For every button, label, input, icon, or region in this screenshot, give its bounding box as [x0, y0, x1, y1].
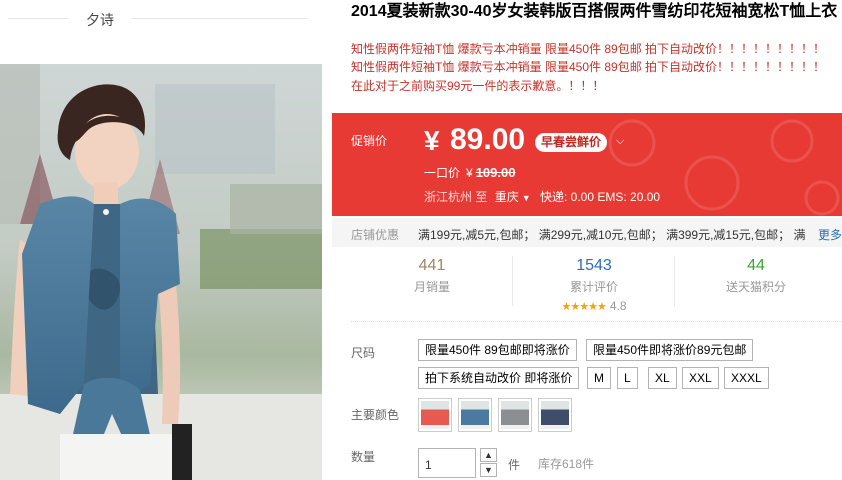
- product-title: 2014夏装新款30-40岁女装韩版百搭假两件雪纺印花短袖宽松T恤上衣: [351, 3, 838, 20]
- product-gallery: 夕诗: [0, 0, 332, 480]
- shipping-info: 浙江杭州 至 重庆 ▼ 快递: 0.00 EMS: 20.00: [424, 188, 660, 205]
- size-option[interactable]: L: [617, 367, 638, 389]
- promo-badge: 早春尝鲜价: [535, 133, 608, 152]
- points-count: 44: [747, 257, 765, 274]
- monthly-sales: 441 月销量: [347, 252, 517, 295]
- monthly-sales-label: 月销量: [413, 280, 450, 294]
- currency-symbol: ¥: [424, 125, 440, 156]
- stock-count: 库存618件: [538, 457, 595, 471]
- divider: [8, 18, 68, 19]
- shipping-fees: 快递: 0.00 EMS: 20.00: [540, 190, 661, 204]
- divider: [351, 321, 842, 322]
- original-price: 一口价 ¥109.00: [424, 164, 515, 181]
- review-count: 1543: [576, 257, 612, 274]
- color-swatch-red[interactable]: [418, 398, 452, 432]
- color-swatch-grey[interactable]: [498, 398, 532, 432]
- promo-price-label: 促销价: [351, 134, 388, 148]
- review-label: 累计评价: [569, 280, 618, 294]
- decrement-button[interactable]: ▼: [480, 463, 497, 477]
- chevron-down-icon[interactable]: ⌵: [616, 135, 624, 148]
- product-subtitle: 知性假两件短袖T恤 爆款亏本冲销量 限量450件 89包邮 拍下自动改价！！！！…: [351, 60, 826, 74]
- reviews[interactable]: 1543 累计评价 ★★★★★ 4.8: [509, 252, 679, 315]
- main-product-image[interactable]: [0, 64, 322, 480]
- quantity-label: 数量: [351, 450, 376, 464]
- color-swatch-image: [421, 401, 449, 429]
- shop-name-header: 夕诗: [0, 0, 332, 38]
- divider: [132, 18, 307, 19]
- tmall-points: 44 送天猫积分: [671, 252, 841, 295]
- size-option[interactable]: 限量450件 89包邮即将涨价: [418, 339, 577, 361]
- star-rating-icon: ★★★★★: [561, 301, 607, 313]
- product-subtitle: 知性假两件短袖T恤 爆款亏本冲销量 限量450件 89包邮 拍下自动改价！！！！…: [351, 42, 826, 56]
- sales-stats: 441 月销量 1543 累计评价 ★★★★★ 4.8 44 送天猫积分: [332, 252, 842, 316]
- ship-to-city: 重庆: [494, 190, 519, 204]
- quantity-unit: 件: [508, 458, 521, 472]
- rating-score: 4.8: [609, 299, 627, 313]
- size-option[interactable]: XL: [648, 367, 677, 389]
- product-page: 夕诗 2014夏装新款30-40岁女装韩版百搭假两件雪纺印花短袖宽松T恤上衣 知…: [0, 0, 842, 480]
- original-price-label: 一口价: [424, 166, 461, 180]
- size-option[interactable]: XXL: [682, 367, 719, 389]
- product-subtitle: 在此对于之前购买99元一件的表示歉意。！！！: [351, 79, 605, 93]
- shop-promotions: 店铺优惠 满199元,减5元,包邮； 满299元,减10元,包邮； 满399元,…: [332, 218, 842, 247]
- product-detail: 2014夏装新款30-40岁女装韩版百搭假两件雪纺印花短袖宽松T恤上衣 知性假两…: [332, 0, 842, 480]
- chevron-down-icon: ▼: [521, 193, 531, 203]
- price-panel: 促销价 ¥ 89.00 早春尝鲜价 ⌵ 一口价 ¥109.00 浙江杭州 至 重庆…: [332, 113, 842, 216]
- promo-price: 89.00: [450, 123, 526, 156]
- size-label: 尺码: [351, 346, 376, 360]
- size-option[interactable]: XXXL: [724, 367, 769, 389]
- quantity-input[interactable]: 1: [418, 448, 476, 478]
- chevron-up-icon: ▲: [484, 450, 493, 460]
- ship-from: 浙江杭州: [424, 190, 473, 204]
- shop-name[interactable]: 夕诗: [86, 10, 114, 30]
- ship-to-city-select[interactable]: 重庆 ▼: [495, 190, 531, 204]
- monthly-sales-count: 441: [418, 257, 446, 274]
- size-option[interactable]: 拍下系统自动改价 即将涨价: [418, 367, 580, 389]
- color-swatch-image: [461, 401, 489, 429]
- model-photo: [0, 64, 322, 480]
- ship-to-label: 至: [475, 190, 488, 204]
- points-label: 送天猫积分: [725, 280, 786, 294]
- chevron-down-icon: ▼: [484, 465, 493, 475]
- shop-promotions-text: 满199元,减5元,包邮； 满299元,减10元,包邮； 满399元,减15元,…: [418, 228, 806, 242]
- color-swatch-image: [501, 401, 529, 429]
- original-price-value: 109.00: [475, 165, 516, 180]
- rating: ★★★★★ 4.8: [509, 297, 679, 315]
- color-label: 主要颜色: [351, 408, 400, 422]
- size-option[interactable]: 限量450件即将涨价89元包邮: [586, 339, 754, 361]
- increment-button[interactable]: ▲: [480, 448, 497, 462]
- color-swatch-navy[interactable]: [538, 398, 572, 432]
- color-swatch-image: [541, 401, 569, 429]
- more-promotions-link[interactable]: 更多: [815, 226, 842, 243]
- color-swatch-blue[interactable]: [458, 398, 492, 432]
- currency-symbol: ¥: [466, 166, 473, 180]
- size-option[interactable]: M: [587, 367, 611, 389]
- shop-promotions-label: 店铺优惠: [351, 228, 400, 242]
